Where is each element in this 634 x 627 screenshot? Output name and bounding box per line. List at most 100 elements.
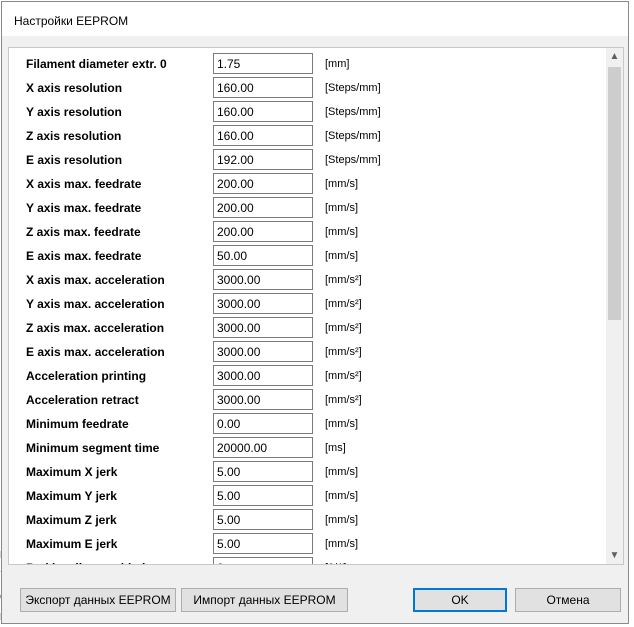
setting-unit: [mm/s²] xyxy=(325,298,362,310)
setting-label: Maximum X jerk xyxy=(26,465,118,479)
setting-label: Acceleration printing xyxy=(26,369,147,383)
setting-unit: [mm/s] xyxy=(325,250,358,262)
setting-row: Minimum feedrate 0.00 [mm/s] xyxy=(9,413,599,435)
setting-label: E axis max. acceleration xyxy=(26,345,165,359)
setting-value-field[interactable]: 50.00 xyxy=(213,245,313,266)
setting-row: X axis max. feedrate 200.00 [mm/s] xyxy=(9,173,599,195)
setting-row: Acceleration retract 3000.00 [mm/s²] xyxy=(9,389,599,411)
setting-row: Maximum Y jerk 5.00 [mm/s] xyxy=(9,485,599,507)
setting-unit: [mm/s²] xyxy=(325,322,362,334)
setting-unit: [mm] xyxy=(325,58,350,70)
scroll-up-icon[interactable]: ▲ xyxy=(606,48,623,65)
setting-unit: [mm/s²] xyxy=(325,394,362,406)
setting-label: Z axis max. feedrate xyxy=(26,225,141,239)
setting-unit: [mm/s] xyxy=(325,202,358,214)
setting-value-field[interactable]: 200.00 xyxy=(213,173,313,194)
setting-unit: [Steps/mm] xyxy=(325,154,381,166)
setting-row: Y axis max. acceleration 3000.00 [mm/s²] xyxy=(9,293,599,315)
setting-row: Maximum Z jerk 5.00 [mm/s] xyxy=(9,509,599,531)
setting-value-field[interactable]: 160.00 xyxy=(213,125,313,146)
setting-row: E axis max. acceleration 3000.00 [mm/s²] xyxy=(9,341,599,363)
setting-value-field[interactable]: 5.00 xyxy=(213,533,313,554)
setting-value-field[interactable]: 0.00 xyxy=(213,413,313,434)
eeprom-settings-dialog: Настройки EEPROM Filament diameter extr.… xyxy=(1,1,629,624)
title-bar: Настройки EEPROM xyxy=(2,2,628,36)
cancel-button[interactable]: Отмена xyxy=(515,588,621,612)
setting-unit: [ms] xyxy=(325,442,346,454)
setting-unit: [mm/s²] xyxy=(325,274,362,286)
setting-label: Maximum Y jerk xyxy=(26,489,117,503)
setting-value-field[interactable]: 160.00 xyxy=(213,77,313,98)
ok-button[interactable]: OK xyxy=(413,588,507,612)
setting-row: X axis resolution 160.00 [Steps/mm] xyxy=(9,77,599,99)
setting-unit: [mm/s²] xyxy=(325,370,362,382)
export-eeprom-button[interactable]: Экспорт данных EEPROM xyxy=(20,588,176,612)
settings-scroll-panel: Filament diameter extr. 0 1.75 [mm] X axis … xyxy=(8,47,624,565)
setting-unit: [mm/s] xyxy=(325,178,358,190)
setting-label: Minimum feedrate xyxy=(26,417,129,431)
setting-row: Y axis resolution 160.00 [Steps/mm] xyxy=(9,101,599,123)
setting-value-field[interactable]: 0 xyxy=(213,557,313,564)
setting-unit: [mm/s] xyxy=(325,466,358,478)
setting-value-field[interactable]: 3000.00 xyxy=(213,341,313,362)
setting-unit: [mm/s] xyxy=(325,514,358,526)
setting-value-field[interactable]: 20000.00 xyxy=(213,437,313,458)
setting-unit: [Steps/mm] xyxy=(325,106,381,118)
setting-label: E axis resolution xyxy=(26,153,123,167)
setting-value-field[interactable]: 1.75 xyxy=(213,53,313,74)
setting-label: Filament diameter extr. 0 xyxy=(26,57,167,71)
setting-row: Acceleration printing 3000.00 [mm/s²] xyxy=(9,365,599,387)
setting-row: Z axis resolution 160.00 [Steps/mm] xyxy=(9,125,599,147)
setting-row: Z axis max. acceleration 3000.00 [mm/s²] xyxy=(9,317,599,339)
scroll-down-icon[interactable]: ▼ xyxy=(606,547,623,564)
setting-label: X axis resolution xyxy=(26,81,123,95)
setting-row: E axis max. feedrate 50.00 [mm/s] xyxy=(9,245,599,267)
setting-row: X axis max. acceleration 3000.00 [mm/s²] xyxy=(9,269,599,291)
setting-row: Z axis max. feedrate 200.00 [mm/s] xyxy=(9,221,599,243)
import-eeprom-button[interactable]: Импорт данных EEPROM xyxy=(181,588,348,612)
setting-value-field[interactable]: 3000.00 xyxy=(213,317,313,338)
setting-row: Filament diameter extr. 0 1.75 [mm] xyxy=(9,53,599,75)
setting-value-field[interactable]: 3000.00 xyxy=(213,365,313,386)
setting-value-field[interactable]: 160.00 xyxy=(213,101,313,122)
setting-row: E axis resolution 192.00 [Steps/mm] xyxy=(9,149,599,171)
setting-unit: [Steps/mm] xyxy=(325,82,381,94)
setting-unit: [mm/s²] xyxy=(325,346,362,358)
setting-unit: [mm/s] xyxy=(325,490,358,502)
setting-row: Bed leveling enabled 0 [0/1] xyxy=(9,557,599,564)
setting-label: Maximum E jerk xyxy=(26,537,118,551)
setting-label: Z axis resolution xyxy=(26,129,122,143)
setting-label: Y axis max. feedrate xyxy=(26,201,142,215)
setting-value-field[interactable]: 200.00 xyxy=(213,221,313,242)
dialog-title: Настройки EEPROM xyxy=(14,14,129,28)
setting-label: E axis max. feedrate xyxy=(26,249,142,263)
setting-value-field[interactable]: 3000.00 xyxy=(213,269,313,290)
setting-unit: [0/1] xyxy=(325,562,346,564)
setting-label: Maximum Z jerk xyxy=(26,513,117,527)
setting-unit: [mm/s] xyxy=(325,226,358,238)
setting-value-field[interactable]: 3000.00 xyxy=(213,293,313,314)
setting-unit: [Steps/mm] xyxy=(325,130,381,142)
setting-value-field[interactable]: 200.00 xyxy=(213,197,313,218)
setting-label: Z axis max. acceleration xyxy=(26,321,165,335)
setting-value-field[interactable]: 192.00 xyxy=(213,149,313,170)
setting-label: X axis max. feedrate xyxy=(26,177,142,191)
setting-value-field[interactable]: 5.00 xyxy=(213,485,313,506)
setting-label: Y axis resolution xyxy=(26,105,122,119)
setting-unit: [mm/s] xyxy=(325,418,358,430)
setting-row: Y axis max. feedrate 200.00 [mm/s] xyxy=(9,197,599,219)
setting-value-field[interactable]: 5.00 xyxy=(213,461,313,482)
setting-value-field[interactable]: 3000.00 xyxy=(213,389,313,410)
scrollbar-thumb[interactable] xyxy=(608,67,621,320)
setting-label: Y axis max. acceleration xyxy=(26,297,165,311)
setting-label: X axis max. acceleration xyxy=(26,273,165,287)
vertical-scrollbar[interactable]: ▲ ▼ xyxy=(606,48,623,564)
setting-row: Minimum segment time 20000.00 [ms] xyxy=(9,437,599,459)
setting-label: Acceleration retract xyxy=(26,393,139,407)
setting-row: Maximum X jerk 5.00 [mm/s] xyxy=(9,461,599,483)
setting-unit: [mm/s] xyxy=(325,538,358,550)
setting-value-field[interactable]: 5.00 xyxy=(213,509,313,530)
setting-label: Bed leveling enabled xyxy=(26,561,145,564)
setting-row: Maximum E jerk 5.00 [mm/s] xyxy=(9,533,599,555)
setting-label: Minimum segment time xyxy=(26,441,160,455)
